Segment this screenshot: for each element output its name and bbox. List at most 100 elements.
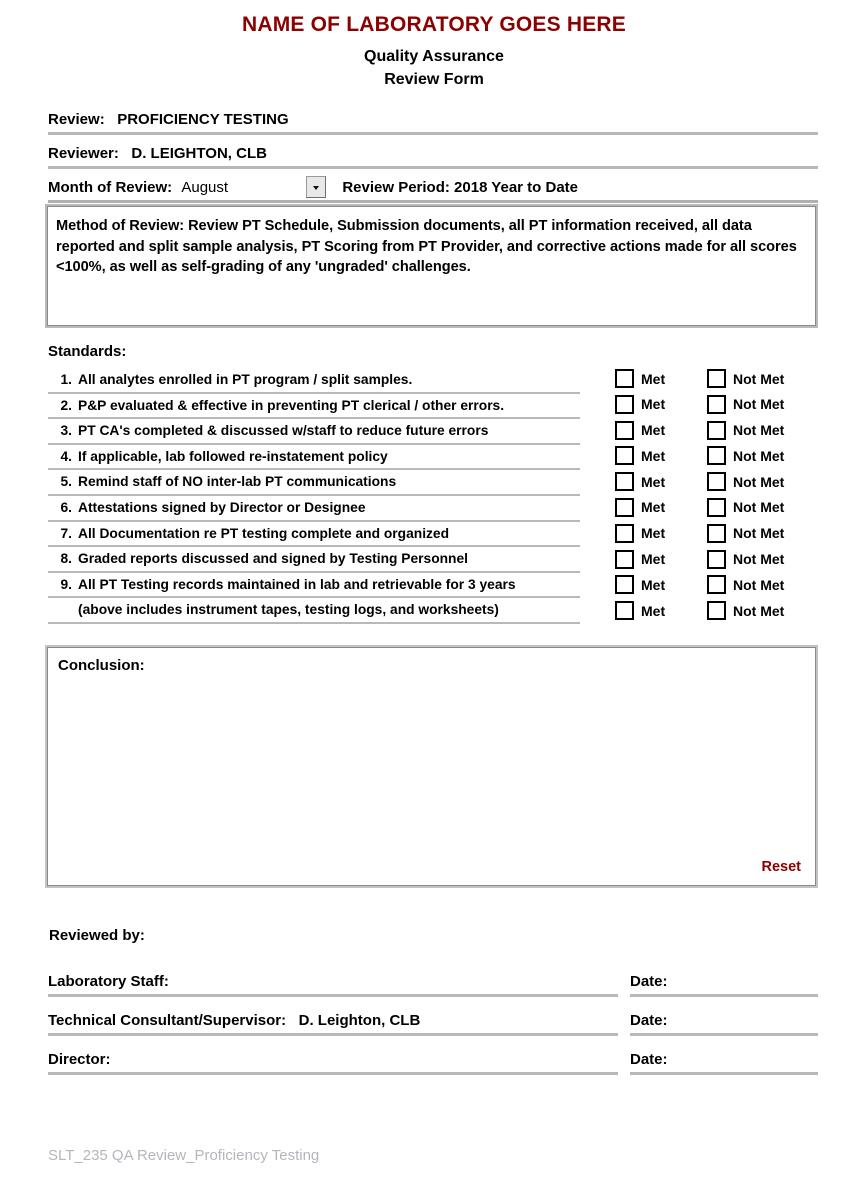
method-of-review-inner: Method of Review: Review PT Schedule, Su… bbox=[47, 206, 816, 326]
technical-consultant-value[interactable]: D. Leighton, CLB bbox=[299, 1012, 421, 1029]
date-label: Date: bbox=[630, 1051, 668, 1068]
not-met-label: Not Met bbox=[733, 422, 785, 439]
not-met-cell: Not Met bbox=[707, 523, 785, 543]
met-cell: Met bbox=[615, 523, 666, 543]
met-cell: Met bbox=[615, 369, 665, 388]
not-met-checkbox[interactable] bbox=[707, 523, 726, 543]
not-met-label: Not Met bbox=[733, 499, 785, 516]
standard-row: 3. PT CA's completed & discussed w/staff … bbox=[48, 419, 580, 445]
not-met-checkbox[interactable] bbox=[707, 575, 726, 595]
standard-text: All Documentation re PT testing complete… bbox=[78, 525, 450, 541]
standard-row: 6. Attestations signed by Director or Des… bbox=[48, 496, 580, 522]
met-not-met-row: Met Not Met bbox=[615, 522, 825, 548]
director-date-row[interactable]: Date: bbox=[630, 1047, 818, 1075]
method-of-review-box: Method of Review: Review PT Schedule, Su… bbox=[45, 204, 818, 328]
met-label: Met bbox=[641, 602, 666, 619]
met-label: Met bbox=[641, 551, 666, 568]
not-met-cell: Not Met bbox=[707, 446, 784, 466]
review-period-text: Review Period: 2018 Year to Date bbox=[342, 179, 579, 196]
director-signature-row[interactable]: Director: bbox=[48, 1047, 618, 1075]
month-dropdown-button[interactable] bbox=[306, 176, 327, 199]
met-label: Met bbox=[641, 370, 666, 387]
technical-consultant-signature-row[interactable]: Technical Consultant/Supervisor: D. Leig… bbox=[48, 1008, 618, 1036]
met-label: Met bbox=[641, 396, 666, 413]
conclusion-label: Conclusion: bbox=[58, 657, 145, 674]
technical-consultant-label: Technical Consultant/Supervisor: bbox=[48, 1012, 287, 1029]
conclusion-box[interactable]: Conclusion: Reset bbox=[45, 645, 818, 888]
review-field-row: Review: PROFICIENCY TESTING bbox=[48, 108, 818, 135]
not-met-cell: Not Met bbox=[707, 497, 785, 517]
not-met-checkbox[interactable] bbox=[707, 497, 726, 517]
met-not-met-row: Met Not Met bbox=[615, 393, 825, 419]
qa-review-form-page: NAME OF LABORATORY GOES HERE Quality Ass… bbox=[0, 0, 868, 1178]
met-checkbox[interactable] bbox=[615, 549, 634, 569]
document-code: SLT_235 QA Review_Proficiency Testing bbox=[48, 1147, 320, 1164]
not-met-cell: Not Met bbox=[707, 601, 784, 621]
met-checkbox[interactable] bbox=[615, 420, 634, 440]
met-checkbox[interactable] bbox=[615, 394, 634, 414]
standard-text: Attestations signed by Director or Desig… bbox=[78, 499, 366, 515]
standard-number: 1. bbox=[60, 372, 72, 387]
not-met-checkbox[interactable] bbox=[707, 446, 726, 466]
director-label: Director: bbox=[48, 1051, 111, 1068]
not-met-checkbox[interactable] bbox=[707, 369, 726, 388]
met-not-met-row: Met Not Met bbox=[615, 496, 825, 522]
not-met-cell: Not Met bbox=[707, 420, 785, 440]
met-not-met-row: Met Not Met bbox=[615, 573, 825, 599]
not-met-checkbox[interactable] bbox=[707, 472, 726, 492]
not-met-label: Not Met bbox=[733, 525, 785, 542]
standard-number: 5. bbox=[60, 474, 72, 490]
chevron-down-icon bbox=[313, 186, 320, 191]
reviewer-field-row: Reviewer: D. LEIGHTON, CLB bbox=[48, 142, 818, 169]
standard-row: 7. All Documentation re PT testing comple… bbox=[48, 522, 580, 548]
not-met-checkbox[interactable] bbox=[707, 420, 726, 440]
met-cell: Met bbox=[615, 394, 666, 414]
month-select-value[interactable]: August bbox=[176, 176, 306, 200]
standard-text: Graded reports discussed and signed by T… bbox=[78, 551, 468, 567]
month-field-row: Month of Review: August Review Period: 20… bbox=[48, 176, 818, 203]
met-checkbox[interactable] bbox=[615, 601, 634, 621]
standard-text: (above includes instrument tapes, testin… bbox=[78, 602, 499, 618]
met-checkbox[interactable] bbox=[615, 472, 634, 492]
standard-number: 2. bbox=[60, 397, 72, 413]
standard-text: All analytes enrolled in PT program / sp… bbox=[78, 372, 413, 387]
standard-text: If applicable, lab followed re-instateme… bbox=[78, 448, 388, 464]
met-not-met-row: Met Not Met bbox=[615, 548, 825, 574]
not-met-checkbox[interactable] bbox=[707, 601, 726, 621]
standard-row: 5. Remind staff of NO inter-lab PT commun… bbox=[48, 470, 580, 496]
reset-button[interactable]: Reset bbox=[762, 859, 802, 875]
standards-list: 1. All analytes enrolled in PT program / … bbox=[48, 368, 580, 624]
met-checkbox[interactable] bbox=[615, 369, 634, 388]
not-met-cell: Not Met bbox=[707, 369, 784, 388]
not-met-checkbox[interactable] bbox=[707, 394, 726, 414]
standard-row: 8. Graded reports discussed and signed by… bbox=[48, 547, 580, 573]
review-label: Review: bbox=[48, 111, 105, 128]
laboratory-staff-signature-row[interactable]: Laboratory Staff: bbox=[48, 969, 618, 997]
standard-text: PT CA's completed & discussed w/staff to… bbox=[78, 423, 489, 439]
standard-number: 6. bbox=[60, 499, 72, 515]
not-met-checkbox[interactable] bbox=[707, 549, 726, 569]
not-met-label: Not Met bbox=[733, 551, 785, 568]
technical-consultant-date-row[interactable]: Date: bbox=[630, 1008, 818, 1036]
not-met-cell: Not Met bbox=[707, 394, 784, 414]
conclusion-inner: Conclusion: Reset bbox=[47, 647, 816, 886]
standard-row: 2. P&P evaluated & effective in preventin… bbox=[48, 394, 580, 420]
met-label: Met bbox=[641, 525, 666, 542]
standard-row: 1. All analytes enrolled in PT program / … bbox=[48, 368, 580, 394]
form-title-line-2: Review Form bbox=[384, 71, 484, 88]
met-checkbox[interactable] bbox=[615, 523, 634, 543]
reviewer-label: Reviewer: bbox=[48, 145, 119, 162]
standards-label: Standards: bbox=[48, 343, 127, 360]
not-met-label: Not Met bbox=[733, 473, 785, 490]
standard-number: 9. bbox=[60, 576, 72, 592]
met-not-met-row: Met Not Met bbox=[615, 367, 825, 393]
met-checkbox[interactable] bbox=[615, 446, 634, 466]
standard-row: 4. If applicable, lab followed re-instate… bbox=[48, 445, 580, 471]
met-label: Met bbox=[641, 447, 666, 464]
met-checkbox[interactable] bbox=[615, 497, 634, 517]
met-checkbox[interactable] bbox=[615, 575, 634, 595]
met-not-met-column: Met Not Met Met Not Met Met Not Met Met … bbox=[615, 367, 825, 625]
form-title-line-1: Quality Assurance bbox=[364, 48, 504, 65]
standard-number: 8. bbox=[60, 551, 72, 567]
laboratory-staff-date-row[interactable]: Date: bbox=[630, 969, 818, 997]
